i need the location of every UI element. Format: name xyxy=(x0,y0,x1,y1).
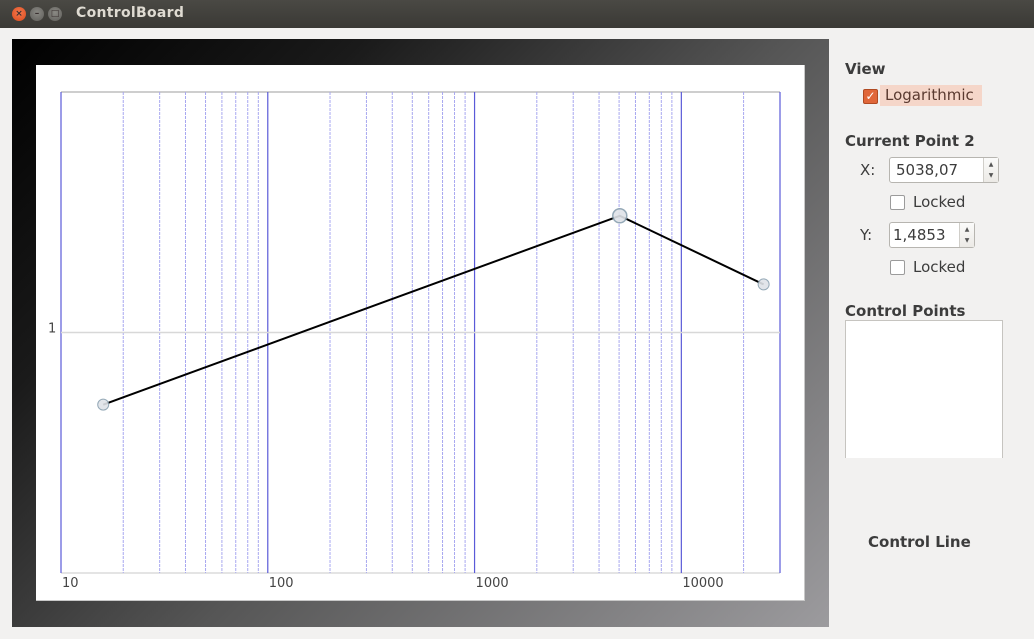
y-spinbox[interactable]: 1,4853 ▲ ▼ xyxy=(889,222,975,248)
checkmark-icon: ✓ xyxy=(865,89,876,103)
spin-down-icon[interactable]: ▼ xyxy=(960,237,974,244)
y-spin-arrows[interactable]: ▲ ▼ xyxy=(959,223,974,247)
x-tick-label: 100 xyxy=(269,576,294,591)
title-bar: × – □ ControlBoard xyxy=(0,0,1034,28)
view-heading: View xyxy=(845,60,886,78)
y-value[interactable]: 1,4853 xyxy=(893,226,946,244)
y-tick-label: 1 xyxy=(48,322,56,337)
y-locked-checkbox[interactable] xyxy=(890,260,905,275)
current-point-heading: Current Point 2 xyxy=(845,132,975,150)
control-line-label: Control Line xyxy=(868,533,971,551)
x-locked-label[interactable]: Locked xyxy=(913,193,965,211)
spin-down-icon[interactable]: ▼ xyxy=(984,172,998,179)
control-points-list[interactable] xyxy=(845,320,1003,458)
window-title: ControlBoard xyxy=(76,5,185,21)
control-point[interactable] xyxy=(757,278,770,291)
x-value[interactable]: 5038,07 xyxy=(896,161,958,179)
x-tick-label: 1000 xyxy=(476,576,509,591)
x-tick-label: 10 xyxy=(62,576,79,591)
minimize-icon: – xyxy=(34,9,40,19)
control-line xyxy=(102,214,765,406)
logarithmic-checkbox[interactable]: ✓ xyxy=(863,89,878,104)
maximize-button[interactable]: □ xyxy=(48,7,62,21)
control-point[interactable] xyxy=(97,398,110,411)
minimize-button[interactable]: – xyxy=(30,7,44,21)
close-button[interactable]: × xyxy=(12,7,26,21)
x-spin-arrows[interactable]: ▲ ▼ xyxy=(983,158,998,182)
control-plot[interactable]: 1 10 100 1000 10000 xyxy=(36,65,804,600)
logarithmic-label[interactable]: Logarithmic xyxy=(885,86,974,104)
control-point[interactable] xyxy=(612,208,628,224)
spin-up-icon[interactable]: ▲ xyxy=(984,161,998,168)
y-label: Y: xyxy=(860,226,873,244)
close-icon: × xyxy=(15,9,23,19)
y-locked-label[interactable]: Locked xyxy=(913,258,965,276)
x-spinbox[interactable]: 5038,07 ▲ ▼ xyxy=(889,157,999,183)
x-locked-checkbox[interactable] xyxy=(890,195,905,210)
x-label: X: xyxy=(860,161,876,179)
spin-up-icon[interactable]: ▲ xyxy=(960,226,974,233)
x-tick-label: 10000 xyxy=(682,576,723,591)
maximize-icon: □ xyxy=(50,9,60,19)
control-points-heading: Control Points xyxy=(845,302,966,320)
